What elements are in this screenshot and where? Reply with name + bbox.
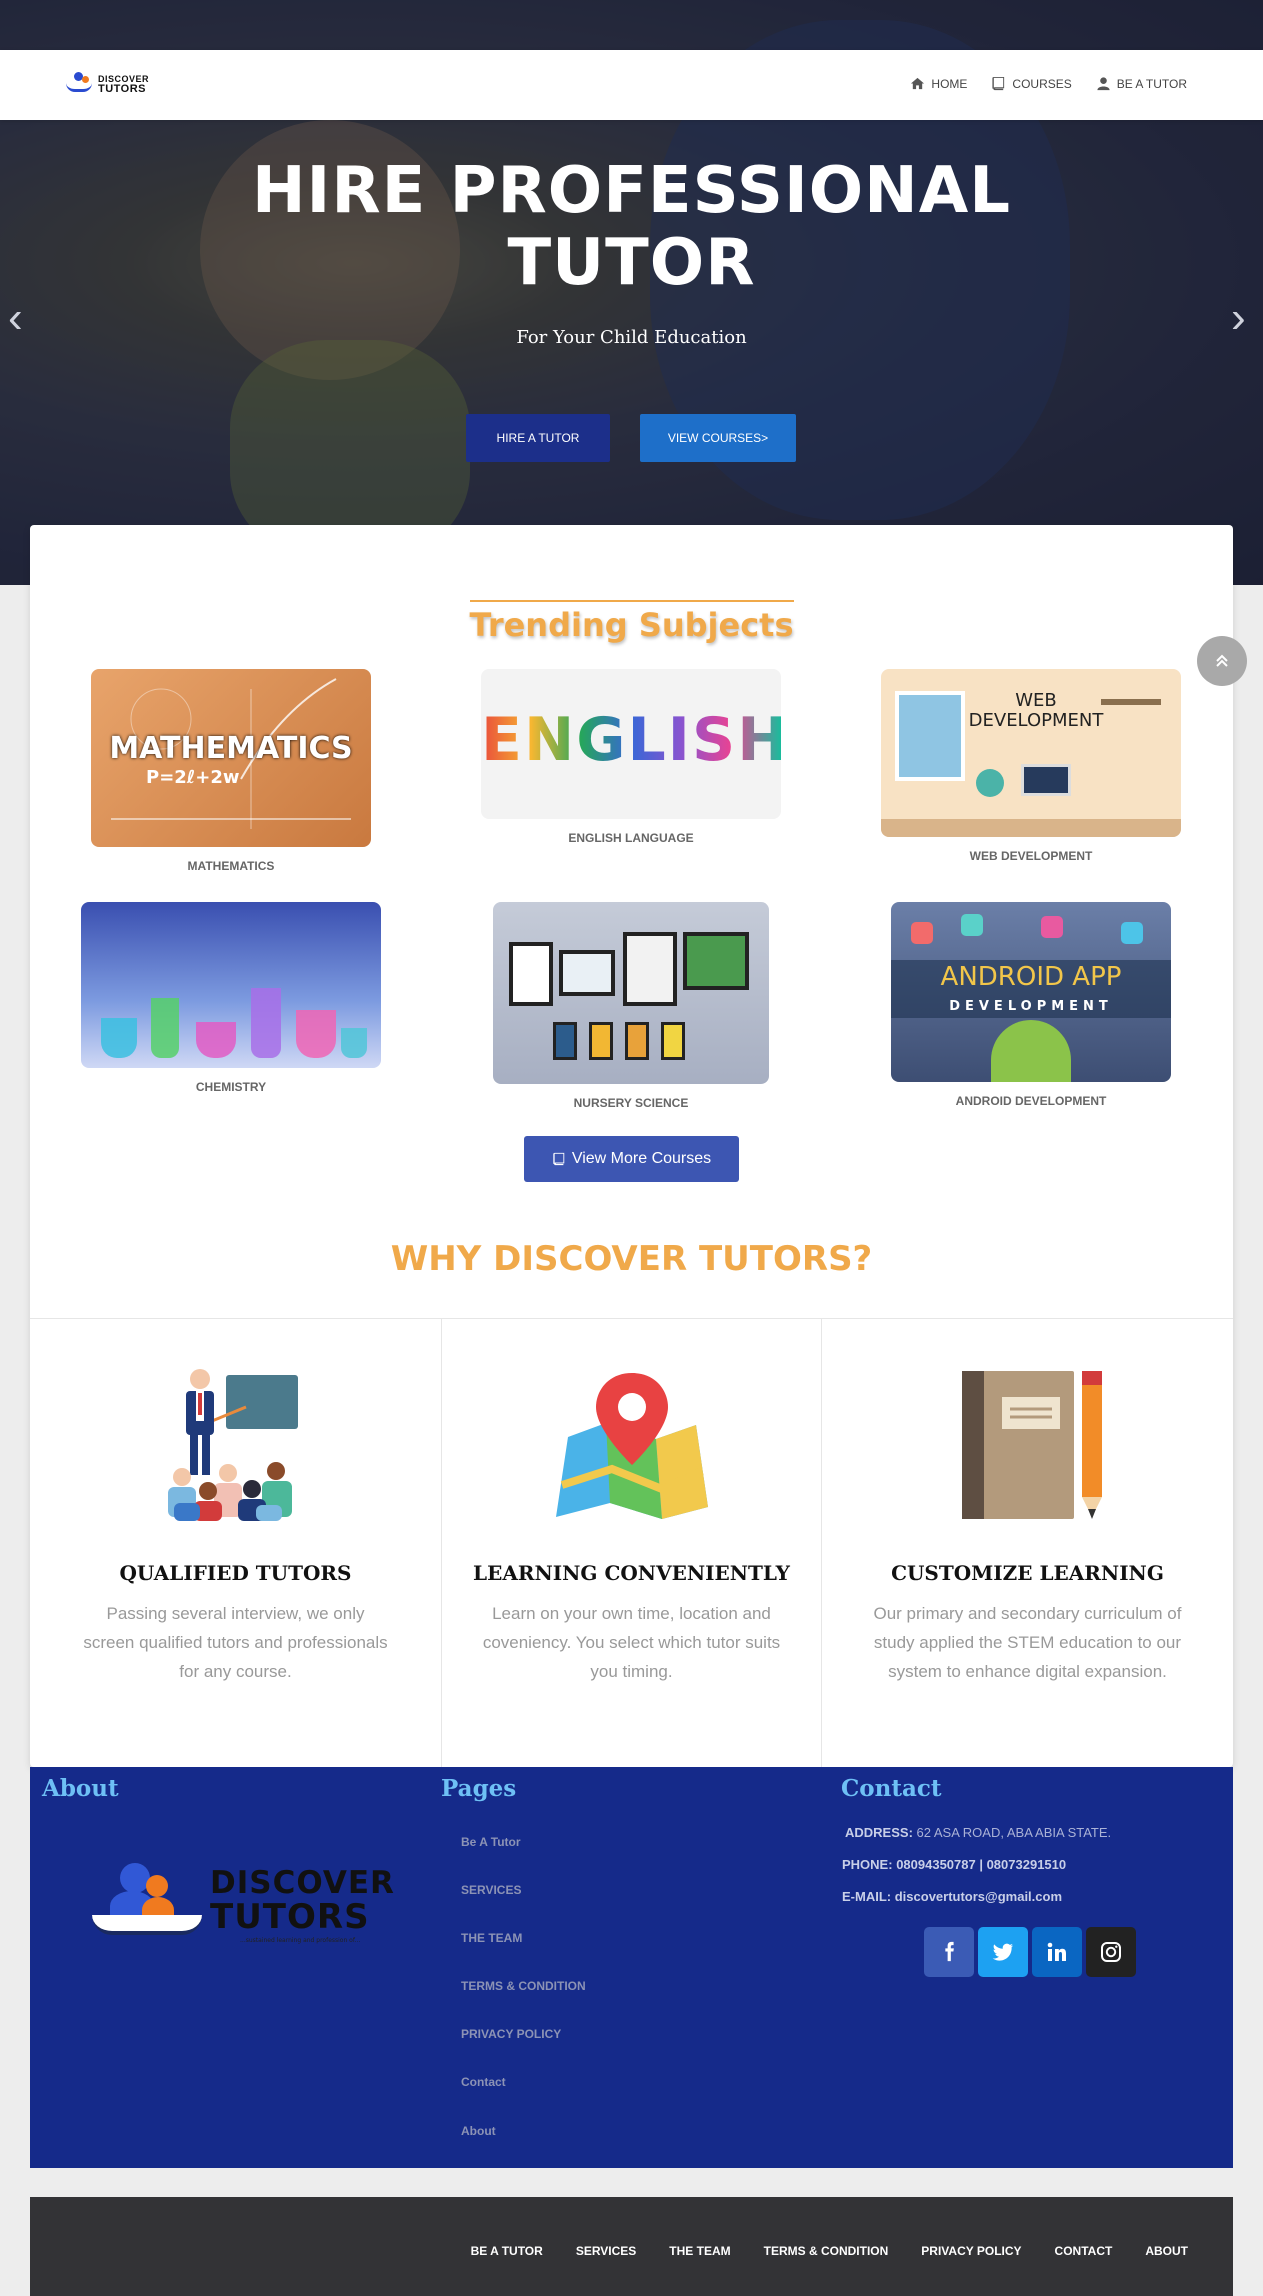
hire-tutor-button[interactable]: HIRE A TUTOR [466, 414, 610, 462]
main-content-card: Trending Subjects MATHEMATICS P=2ℓ+2w MA… [30, 525, 1233, 1769]
twitter-icon [992, 1943, 1013, 1961]
feature-qualified-tutors: QUALIFIED TUTORS Passing several intervi… [30, 1319, 441, 1769]
footer-phone: PHONE: 08094350787 | 08073291510 [842, 1857, 1067, 1872]
bottom-link-privacy[interactable]: PRIVACY POLICY [921, 2244, 1021, 2258]
nav-home[interactable]: HOME [910, 76, 967, 91]
chemistry-image [81, 902, 381, 1068]
home-icon [911, 77, 925, 90]
subject-label: CHEMISTRY [195, 1080, 267, 1094]
subject-card-nursery-science[interactable]: NURSERY SCIENCE [493, 902, 769, 1110]
scroll-to-top-button[interactable] [1197, 636, 1247, 686]
subject-label: ENGLISH LANGUAGE [568, 831, 694, 845]
bottom-link-about[interactable]: ABOUT [1145, 2244, 1188, 2258]
feature-learning-conveniently: LEARNING CONVENIENTLY Learn on your own … [441, 1319, 821, 1769]
footer-email: E-MAIL: discovertutors@gmail.com [842, 1889, 1063, 1904]
footer-link-services[interactable]: SERVICES [461, 1883, 521, 1897]
double-chevron-up-icon [1216, 654, 1228, 667]
footer-link-be-a-tutor[interactable]: Be A Tutor [461, 1835, 521, 1849]
nav-be-a-tutor[interactable]: BE A TUTOR [1096, 76, 1187, 91]
subject-label: ANDROID DEVELOPMENT [955, 1094, 1107, 1108]
footer-pages-heading: Pages [441, 1775, 517, 1802]
web-development-image: WEB DEVELOPMENT [881, 669, 1181, 837]
book-icon [553, 1152, 565, 1166]
bottom-link-the-team[interactable]: THE TEAM [669, 2244, 730, 2258]
footer: About Pages Contact DISCOVER TUTORS ...s… [30, 1767, 1233, 2168]
footer-link-terms[interactable]: TERMS & CONDITION [461, 1979, 586, 1993]
english-image: ENGLISH [481, 669, 781, 819]
instagram-button[interactable] [1086, 1927, 1136, 1977]
instagram-icon [1101, 1942, 1121, 1962]
mathematics-image: MATHEMATICS P=2ℓ+2w [91, 669, 371, 847]
why-title: WHY DISCOVER TUTORS? [390, 1239, 873, 1279]
hero-title: HIRE PROFESSIONAL TUTOR [251, 154, 1012, 300]
book-icon [992, 76, 1005, 91]
subject-card-mathematics[interactable]: MATHEMATICS P=2ℓ+2w MATHEMATICS [91, 669, 371, 873]
view-more-courses-button[interactable]: View More Courses [524, 1136, 739, 1182]
footer-logo: DISCOVER TUTORS ...sustained learning an… [90, 1857, 394, 1952]
features-section: QUALIFIED TUTORS Passing several intervi… [30, 1318, 1233, 1769]
subject-card-android-development[interactable]: ANDROID APP DEVELOPMENT ANDROID DEVELOPM… [891, 902, 1171, 1108]
site-logo[interactable]: DISCOVER TUTORS [64, 72, 154, 100]
notebook-pencil-icon [961, 1371, 1102, 1519]
footer-address: ADDRESS: 62 ASA ROAD, ABA ABIA STATE. [845, 1825, 1112, 1840]
subject-card-english[interactable]: ENGLISH ENGLISH LANGUAGE [481, 669, 781, 845]
footer-link-about[interactable]: About [461, 2124, 496, 2138]
feature-customize-learning: CUSTOMIZE LEARNING Our primary and secon… [821, 1319, 1233, 1769]
subject-label: MATHEMATICS [187, 859, 275, 873]
footer-link-privacy[interactable]: PRIVACY POLICY [461, 2027, 561, 2041]
footer-link-contact[interactable]: Contact [461, 2075, 506, 2089]
map-pin-icon [555, 1373, 708, 1519]
subject-card-chemistry[interactable]: CHEMISTRY [81, 902, 381, 1094]
facebook-icon [945, 1941, 954, 1962]
bottom-link-terms[interactable]: TERMS & CONDITION [764, 2244, 889, 2258]
footer-contact-heading: Contact [841, 1775, 942, 1802]
linkedin-button[interactable] [1032, 1927, 1082, 1977]
android-development-image: ANDROID APP DEVELOPMENT [891, 902, 1171, 1082]
bottom-bar: BE A TUTOR SERVICES THE TEAM TERMS & CON… [30, 2197, 1233, 2296]
footer-about-heading: About [42, 1775, 119, 1802]
subject-label: WEB DEVELOPMENT [969, 849, 1093, 863]
nav-courses[interactable]: COURSES [991, 76, 1072, 91]
twitter-button[interactable] [978, 1927, 1028, 1977]
bottom-link-contact[interactable]: CONTACT [1055, 2244, 1113, 2258]
facebook-button[interactable] [924, 1927, 974, 1977]
footer-link-the-team[interactable]: THE TEAM [461, 1931, 522, 1945]
navbar: DISCOVER TUTORS HOME COURSES BE A TUTOR [0, 50, 1263, 120]
bottom-link-be-a-tutor[interactable]: BE A TUTOR [471, 2244, 543, 2258]
teacher-icon [167, 1369, 298, 1521]
trending-subjects-title: Trending Subjects [30, 600, 1233, 644]
nursery-science-image [493, 902, 769, 1084]
hero-subtitle: For Your Child Education [516, 327, 747, 348]
view-courses-button[interactable]: VIEW COURSES> [640, 414, 796, 462]
bottom-link-services[interactable]: SERVICES [576, 2244, 636, 2258]
user-icon [1097, 77, 1110, 91]
linkedin-icon [1047, 1942, 1066, 1961]
subject-label: NURSERY SCIENCE [573, 1096, 689, 1110]
subject-card-web-development[interactable]: WEB DEVELOPMENT WEB DEVELOPMENT [881, 669, 1181, 863]
